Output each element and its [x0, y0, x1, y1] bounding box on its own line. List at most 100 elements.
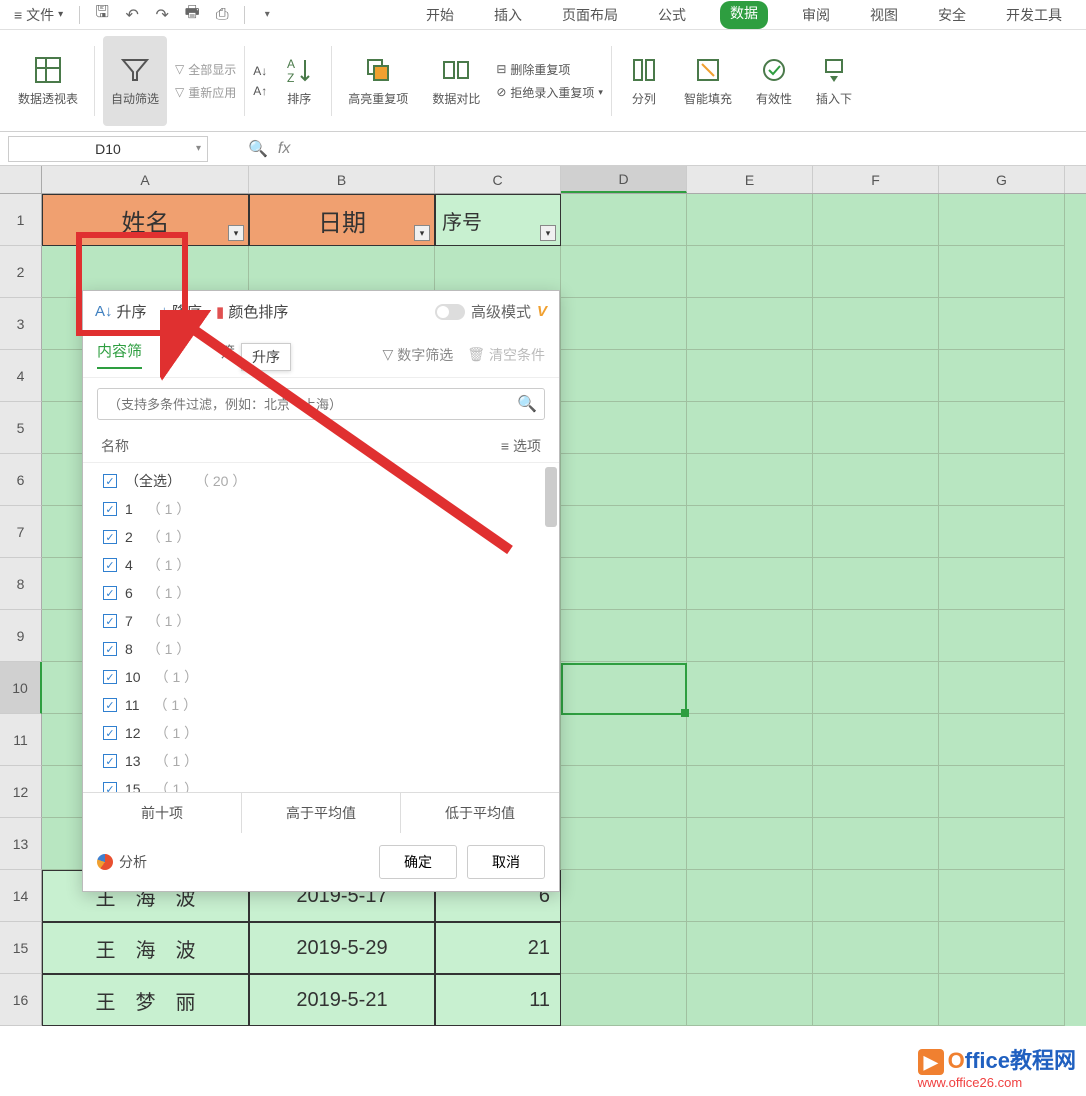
- filter-item[interactable]: ✓8（ 1 ）: [103, 635, 539, 663]
- cell[interactable]: [939, 298, 1065, 350]
- cell[interactable]: [561, 714, 687, 766]
- cell[interactable]: [813, 818, 939, 870]
- checkbox-icon[interactable]: ✓: [103, 698, 117, 712]
- cell[interactable]: [939, 610, 1065, 662]
- cell[interactable]: [939, 402, 1065, 454]
- cell-D1[interactable]: [561, 194, 687, 246]
- cell[interactable]: [813, 246, 939, 298]
- cell[interactable]: [561, 974, 687, 1026]
- ok-button[interactable]: 确定: [379, 845, 457, 879]
- row-header[interactable]: 14: [0, 870, 42, 922]
- below-average-button[interactable]: 低于平均值: [401, 793, 559, 833]
- cell[interactable]: [939, 662, 1065, 714]
- top-ten-button[interactable]: 前十项: [83, 793, 242, 833]
- tab-layout[interactable]: 页面布局: [556, 1, 624, 29]
- undo-icon[interactable]: ↶: [120, 3, 144, 27]
- cell[interactable]: [813, 350, 939, 402]
- cell[interactable]: [813, 922, 939, 974]
- preview-icon[interactable]: ⎙: [210, 3, 234, 27]
- cell[interactable]: [561, 506, 687, 558]
- checkbox-icon[interactable]: ✓: [103, 586, 117, 600]
- row-header[interactable]: 5: [0, 402, 42, 454]
- cell[interactable]: [561, 402, 687, 454]
- cell[interactable]: [687, 974, 813, 1026]
- row-header[interactable]: 13: [0, 818, 42, 870]
- filter-item[interactable]: ✓7（ 1 ）: [103, 607, 539, 635]
- cell-C16[interactable]: 11: [435, 974, 561, 1026]
- checkbox-icon[interactable]: ✓: [103, 670, 117, 684]
- redo-icon[interactable]: ↷: [150, 3, 174, 27]
- cell-B1[interactable]: 日期 ▾: [249, 194, 435, 246]
- cell[interactable]: [939, 506, 1065, 558]
- cell[interactable]: [939, 246, 1065, 298]
- cell[interactable]: [561, 922, 687, 974]
- col-header-F[interactable]: F: [813, 166, 939, 193]
- sort-ascending-button[interactable]: A↓ 升序: [95, 301, 147, 322]
- validation-button[interactable]: 有效性: [748, 36, 800, 126]
- cell[interactable]: [687, 870, 813, 922]
- cell[interactable]: [687, 610, 813, 662]
- formula-input[interactable]: [300, 136, 1086, 162]
- remove-dup-button[interactable]: ⊟ 删除重复项: [496, 61, 603, 78]
- content-filter-tab[interactable]: 内容筛: [97, 340, 142, 369]
- cell-B15[interactable]: 2019-5-29: [249, 922, 435, 974]
- cell[interactable]: [939, 350, 1065, 402]
- above-average-button[interactable]: 高于平均值: [242, 793, 401, 833]
- tab-view[interactable]: 视图: [864, 1, 904, 29]
- cell[interactable]: [687, 558, 813, 610]
- row-header[interactable]: 6: [0, 454, 42, 506]
- cell[interactable]: [813, 766, 939, 818]
- analyze-button[interactable]: 分析: [97, 852, 147, 872]
- data-compare-button[interactable]: 数据对比: [424, 36, 488, 126]
- tab-formula[interactable]: 公式: [652, 1, 692, 29]
- cell-C15[interactable]: 21: [435, 922, 561, 974]
- sort-asc-mini[interactable]: A↓: [253, 64, 267, 78]
- cell[interactable]: [813, 402, 939, 454]
- row-header[interactable]: 7: [0, 506, 42, 558]
- print-icon[interactable]: 🖶: [180, 3, 204, 27]
- cell[interactable]: [561, 870, 687, 922]
- filter-item[interactable]: ✓12（ 1 ）: [103, 719, 539, 747]
- cell[interactable]: [813, 610, 939, 662]
- search-icon[interactable]: 🔍: [517, 394, 537, 414]
- cell[interactable]: [687, 350, 813, 402]
- cell[interactable]: [939, 766, 1065, 818]
- filter-item[interactable]: ✓10（ 1 ）: [103, 663, 539, 691]
- row-header[interactable]: 12: [0, 766, 42, 818]
- row-header[interactable]: 10: [0, 662, 42, 714]
- cell[interactable]: [687, 922, 813, 974]
- cell[interactable]: [939, 974, 1065, 1026]
- cell[interactable]: [687, 818, 813, 870]
- cell[interactable]: [813, 298, 939, 350]
- qat-dropdown-icon[interactable]: ▾: [255, 3, 279, 27]
- col-header-C[interactable]: C: [435, 166, 561, 193]
- cell[interactable]: [687, 506, 813, 558]
- cell[interactable]: [939, 818, 1065, 870]
- tab-dev[interactable]: 开发工具: [1000, 1, 1068, 29]
- cell-A1[interactable]: 姓名 ▾: [42, 194, 249, 246]
- row-header[interactable]: 4: [0, 350, 42, 402]
- cell[interactable]: [687, 454, 813, 506]
- checkbox-icon[interactable]: ✓: [103, 558, 117, 572]
- filter-dropdown-icon[interactable]: ▾: [540, 225, 556, 241]
- reapply-button[interactable]: ▽ 重新应用: [175, 84, 236, 101]
- cell[interactable]: [687, 246, 813, 298]
- cell[interactable]: [561, 766, 687, 818]
- cell[interactable]: [561, 610, 687, 662]
- cell[interactable]: [561, 454, 687, 506]
- file-menu[interactable]: ≡ 文件 ▾: [8, 3, 69, 27]
- checkbox-icon[interactable]: ✓: [103, 530, 117, 544]
- checkbox-icon[interactable]: ✓: [103, 642, 117, 656]
- cell[interactable]: [813, 558, 939, 610]
- text-to-col-button[interactable]: 分列: [620, 36, 668, 126]
- show-all-button[interactable]: ▽ 全部显示: [175, 61, 236, 78]
- filter-dropdown-icon[interactable]: ▾: [414, 225, 430, 241]
- cell[interactable]: [939, 558, 1065, 610]
- cell-G1[interactable]: [939, 194, 1065, 246]
- search-icon[interactable]: 🔍: [248, 139, 268, 159]
- row-header[interactable]: 1: [0, 194, 42, 246]
- fx-icon[interactable]: fx: [278, 140, 290, 158]
- cell[interactable]: [687, 402, 813, 454]
- col-header-G[interactable]: G: [939, 166, 1065, 193]
- tab-security[interactable]: 安全: [932, 1, 972, 29]
